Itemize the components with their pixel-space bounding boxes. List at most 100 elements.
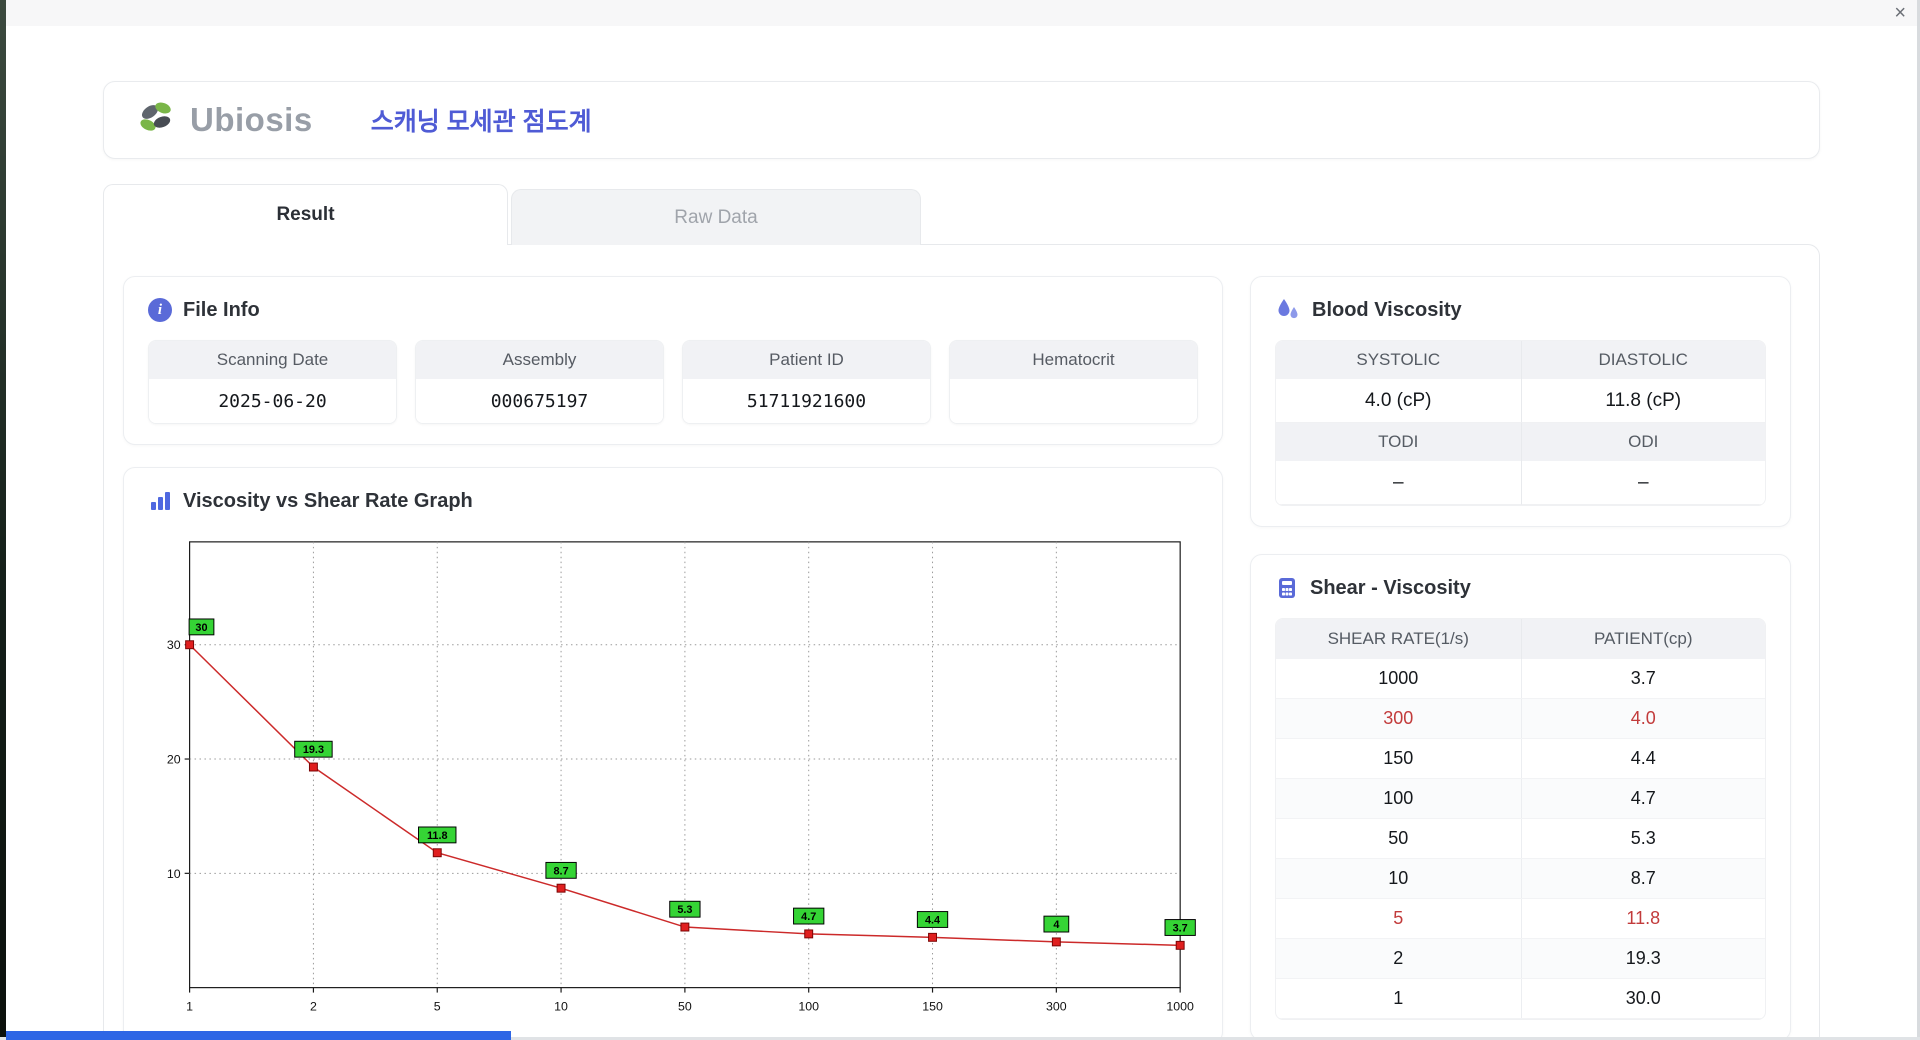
shear-rate-cell: 5 (1393, 908, 1404, 928)
field-value (950, 379, 1197, 423)
patient-viscosity-cell: 11.8 (1520, 899, 1766, 938)
bv-value-cell: – (1520, 461, 1765, 505)
patient-viscosity-cell: 8.7 (1520, 859, 1766, 898)
file-info-field: Patient ID 51711921600 (682, 340, 931, 424)
shear-rate-cell: 1000 (1378, 668, 1419, 688)
shear-table: SHEAR RATE(1/s) PATIENT(cp) 1000 3.7 300 4.… (1275, 618, 1766, 1020)
file-info-field: Scanning Date 2025-06-20 (148, 340, 397, 424)
bv-value-cell: 4.0 (cP) (1276, 379, 1521, 423)
brand-name: Ubiosis (190, 101, 313, 138)
svg-text:100: 100 (798, 999, 819, 1013)
screen: × Ubiosis 스캐닝 모세관 점도계 Result Raw Data i … (0, 0, 1920, 1040)
bar-chart-icon (148, 489, 172, 513)
file-info-field: Hematocrit (949, 340, 1198, 424)
patient-viscosity-cell: 3.7 (1520, 659, 1766, 698)
header-card: Ubiosis 스캐닝 모세관 점도계 (103, 81, 1820, 159)
taskbar-fragment (6, 1031, 511, 1040)
shear-table-row: 1 30.0 (1276, 979, 1765, 1019)
calculator-icon (1275, 576, 1299, 600)
bv-header-cell: TODI (1276, 423, 1521, 461)
svg-text:4.7: 4.7 (801, 911, 816, 923)
file-info-fields: Scanning Date 2025-06-20 Assembly 000675197… (148, 340, 1198, 424)
svg-text:5.3: 5.3 (677, 904, 692, 916)
shear-table-row: 50 5.3 (1276, 819, 1765, 859)
field-value: 000675197 (416, 379, 663, 423)
patient-viscosity-cell: 4.4 (1520, 739, 1766, 778)
shear-table-row: 2 19.3 (1276, 939, 1765, 979)
svg-text:19.3: 19.3 (303, 744, 324, 756)
tab-result[interactable]: Result (103, 184, 508, 245)
svg-text:150: 150 (922, 999, 943, 1013)
graph-card: Viscosity vs Shear Rate Graph 10 20 30 1 2 5 1… (123, 467, 1223, 1040)
svg-text:3.7: 3.7 (1173, 922, 1188, 934)
svg-text:5: 5 (434, 999, 441, 1013)
shear-rate-cell: 50 (1388, 828, 1409, 848)
bv-value-cell: 11.8 (cP) (1520, 379, 1765, 423)
blood-viscosity-row: TODI ODI (1276, 423, 1765, 461)
blood-viscosity-row: 4.0 (cP) 11.8 (cP) (1276, 379, 1765, 423)
shear-table-row: 300 4.0 (1276, 699, 1765, 739)
info-icon: i (148, 298, 172, 322)
shear-rate-cell: 2 (1393, 948, 1404, 968)
blood-viscosity-title-row: Blood Viscosity (1275, 295, 1766, 325)
main-container: Ubiosis 스캐닝 모세관 점도계 Result Raw Data i Fi… (103, 81, 1820, 1040)
shear-rate-cell: 150 (1383, 748, 1414, 768)
patient-viscosity-cell: 19.3 (1520, 939, 1766, 978)
svg-text:8.7: 8.7 (554, 865, 569, 877)
shear-viscosity-card: Shear - Viscosity SHEAR RATE(1/s) PATIEN… (1250, 554, 1791, 1040)
shear-table-body: 1000 3.7 300 4.0 150 4.4 100 4.7 50 5.3 10 8.7 5 11.8… (1276, 659, 1765, 1019)
shear-rate-cell: 1 (1393, 988, 1404, 1008)
field-label: Assembly (416, 341, 663, 379)
app-title: 스캐닝 모세관 점도계 (370, 108, 592, 136)
shear-rate-cell: 10 (1388, 868, 1409, 888)
shear-rate-column-header: SHEAR RATE(1/s) (1327, 629, 1469, 648)
bv-header-cell: DIASTOLIC (1520, 341, 1765, 379)
right-column: Blood Viscosity SYSTOLIC DIASTOLIC 4.0 (cP… (1250, 276, 1791, 1040)
blood-viscosity-row: – – (1276, 461, 1765, 505)
field-value: 51711921600 (683, 379, 930, 423)
brand-leaf-icon (136, 98, 182, 142)
blood-viscosity-card: Blood Viscosity SYSTOLIC DIASTOLIC 4.0 (cP… (1250, 276, 1791, 527)
patient-viscosity-cell: 4.0 (1520, 699, 1766, 738)
patient-viscosity-cell: 30.0 (1520, 979, 1766, 1018)
svg-text:300: 300 (1046, 999, 1067, 1013)
left-column: i File Info Scanning Date 2025-06-20 Assem… (123, 276, 1223, 1040)
tab-bar: Result Raw Data (103, 184, 1820, 245)
field-label: Scanning Date (149, 341, 396, 379)
patient-viscosity-cell: 5.3 (1520, 819, 1766, 858)
shear-table-row: 150 4.4 (1276, 739, 1765, 779)
svg-text:10: 10 (167, 867, 181, 881)
shear-table-row: 1000 3.7 (1276, 659, 1765, 699)
field-label: Patient ID (683, 341, 930, 379)
svg-text:50: 50 (678, 999, 692, 1013)
blood-viscosity-row: SYSTOLIC DIASTOLIC (1276, 341, 1765, 379)
window-top-bar: × (0, 0, 1920, 26)
shear-rate-cell: 300 (1383, 708, 1414, 728)
water-drops-icon (1275, 297, 1301, 323)
svg-text:4.4: 4.4 (925, 914, 940, 926)
file-info-title-row: i File Info (148, 295, 1198, 325)
brand-logo: Ubiosis (136, 98, 313, 142)
shear-table-row: 100 4.7 (1276, 779, 1765, 819)
svg-text:11.8: 11.8 (427, 830, 448, 842)
svg-text:1000: 1000 (1166, 999, 1194, 1013)
shear-viscosity-title-row: Shear - Viscosity (1275, 573, 1766, 603)
shear-table-head: SHEAR RATE(1/s) PATIENT(cp) (1276, 619, 1765, 659)
svg-text:1: 1 (186, 999, 193, 1013)
blood-viscosity-title: Blood Viscosity (1312, 298, 1462, 321)
field-label: Hematocrit (950, 341, 1197, 379)
svg-text:30: 30 (195, 622, 207, 634)
file-info-title: File Info (183, 298, 260, 321)
patient-viscosity-cell: 4.7 (1520, 779, 1766, 818)
window-close-icon[interactable]: × (1894, 2, 1906, 24)
tab-raw-data[interactable]: Raw Data (511, 189, 921, 245)
shear-table-row: 10 8.7 (1276, 859, 1765, 899)
file-info-card: i File Info Scanning Date 2025-06-20 Assem… (123, 276, 1223, 445)
bv-header-cell: SYSTOLIC (1276, 341, 1521, 379)
svg-text:10: 10 (554, 999, 568, 1013)
file-info-field: Assembly 000675197 (415, 340, 664, 424)
svg-text:20: 20 (167, 752, 181, 766)
field-value: 2025-06-20 (149, 379, 396, 423)
svg-text:2: 2 (310, 999, 317, 1013)
svg-text:4: 4 (1053, 919, 1059, 931)
